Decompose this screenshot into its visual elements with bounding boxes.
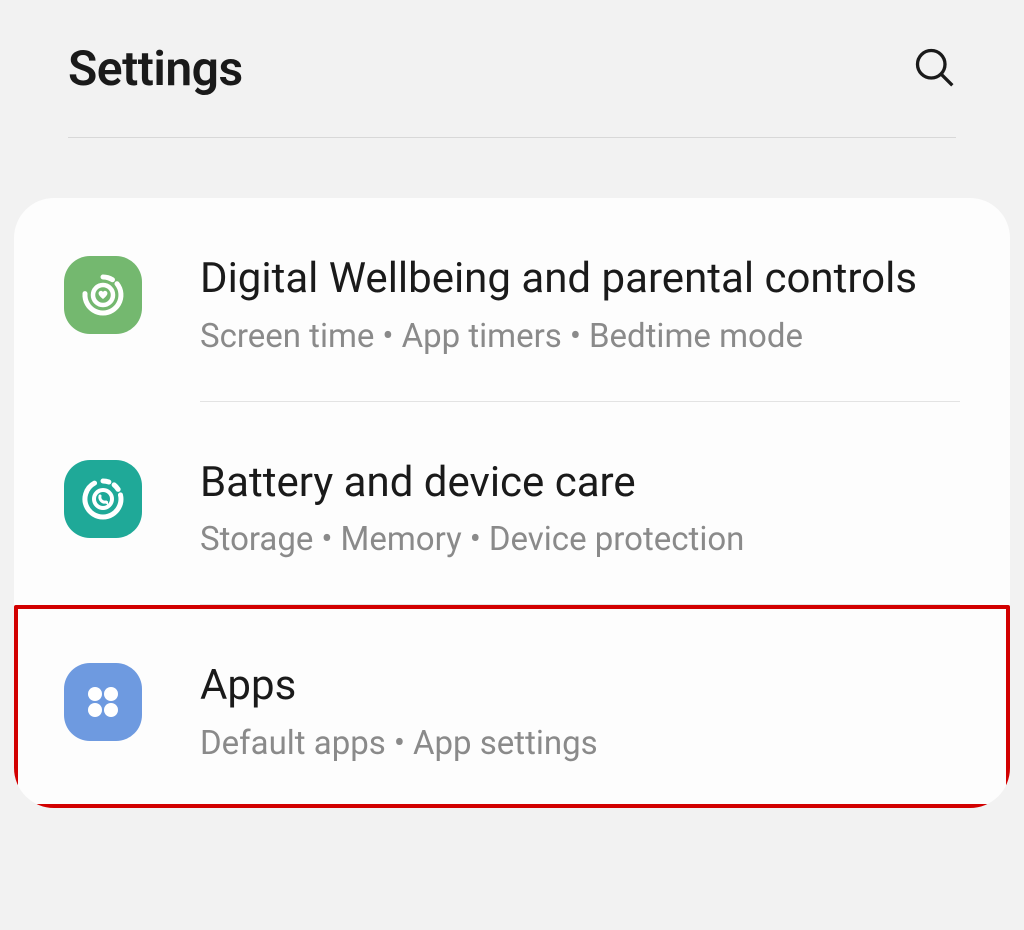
search-icon: [912, 45, 956, 89]
settings-item-device-care[interactable]: Battery and device care Storage•Memory•D…: [14, 402, 1010, 605]
page-title: Settings: [68, 40, 243, 97]
item-subtitle: Storage•Memory•Device protection: [200, 519, 970, 562]
wellbeing-icon: [64, 256, 142, 334]
item-subtitle: Screen time•App timers•Bedtime mode: [200, 316, 970, 359]
device-care-icon: [64, 460, 142, 538]
settings-card: Digital Wellbeing and parental controls …: [14, 198, 1010, 808]
header-divider: [68, 137, 956, 138]
item-subtitle: Default apps•App settings: [200, 723, 970, 766]
item-title: Battery and device care: [200, 456, 970, 510]
item-content: Apps Default apps•App settings: [200, 659, 970, 766]
item-title: Apps: [200, 659, 970, 713]
item-content: Digital Wellbeing and parental controls …: [200, 252, 970, 359]
settings-item-apps[interactable]: Apps Default apps•App settings: [14, 605, 1010, 808]
item-title: Digital Wellbeing and parental controls: [200, 252, 970, 306]
apps-icon: [64, 663, 142, 741]
settings-item-wellbeing[interactable]: Digital Wellbeing and parental controls …: [14, 198, 1010, 401]
header: Settings: [0, 0, 1024, 137]
item-content: Battery and device care Storage•Memory•D…: [200, 456, 970, 563]
search-button[interactable]: [912, 45, 956, 93]
